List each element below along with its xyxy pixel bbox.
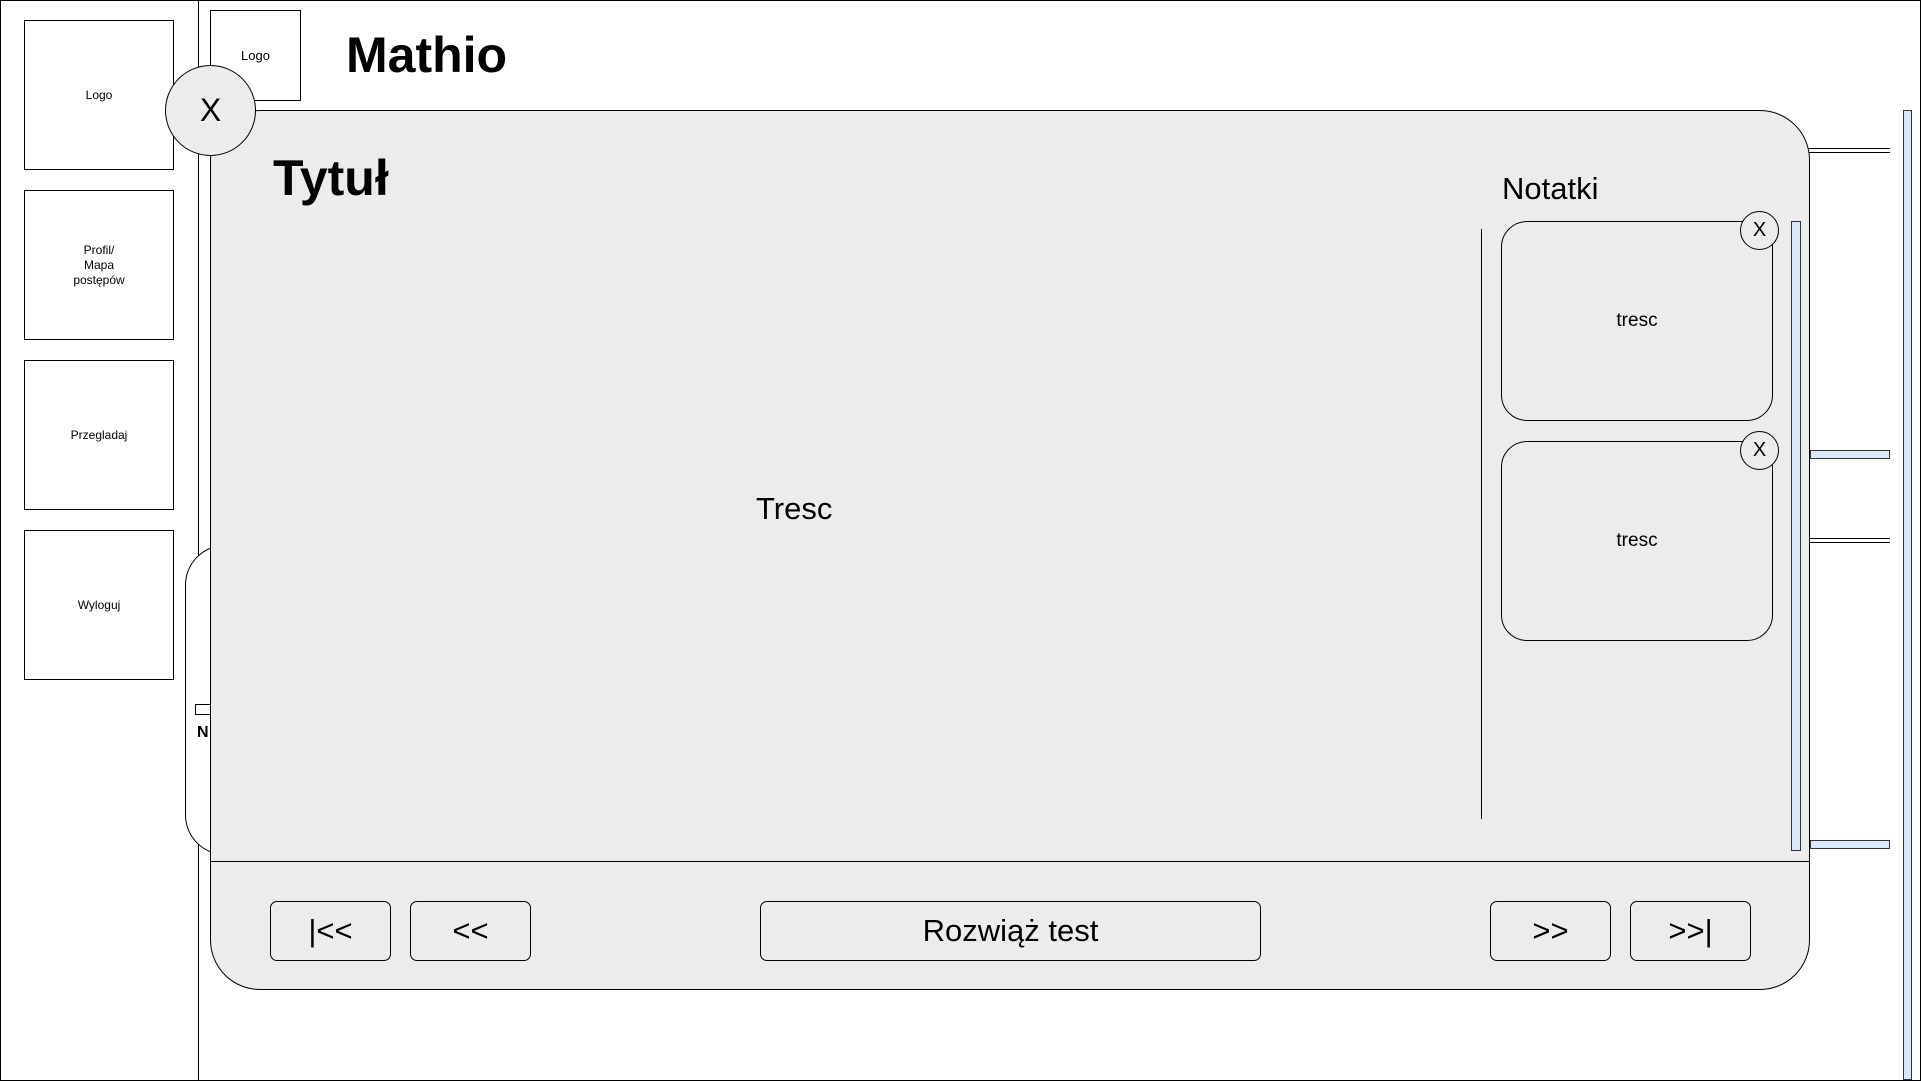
sidebar-divider <box>198 0 199 1081</box>
first-page-button[interactable]: |<< <box>270 901 391 961</box>
lesson-title: Tytuł <box>273 150 389 206</box>
note-text: tresc <box>1616 310 1658 331</box>
background-label: N <box>197 724 209 741</box>
background-bar <box>1810 450 1890 459</box>
solve-test-button[interactable]: Rozwiąż test <box>760 901 1261 961</box>
note-card[interactable]: tresc <box>1501 441 1773 641</box>
page-scrollbar[interactable] <box>1903 110 1912 1080</box>
sidebar-item-browse[interactable]: Przegladaj <box>24 360 174 510</box>
notes-title: Notatki <box>1502 171 1599 206</box>
previous-page-button[interactable]: << <box>410 901 531 961</box>
notes-scrollbar[interactable] <box>1791 221 1801 851</box>
sidebar-item-logout[interactable]: Wyloguj <box>24 530 174 680</box>
sidebar-logo[interactable]: Logo <box>24 20 174 170</box>
next-page-button[interactable]: >> <box>1490 901 1611 961</box>
lesson-content: Tresc <box>756 491 833 526</box>
note-close-button[interactable]: X <box>1740 211 1779 250</box>
footer-divider <box>211 861 1809 862</box>
last-page-button[interactable]: >>| <box>1630 901 1751 961</box>
notes-divider <box>1481 229 1482 819</box>
note-text: tresc <box>1616 530 1658 551</box>
sidebar-item-profile[interactable]: Profil/ Mapa postępów <box>24 190 174 340</box>
lesson-modal: Tytuł Tresc Notatki tresc X tresc X |<< … <box>210 110 1810 990</box>
app-title: Mathio <box>346 27 508 83</box>
background-checkbox <box>195 704 211 715</box>
note-close-button[interactable]: X <box>1740 431 1779 470</box>
close-modal-button[interactable]: X <box>165 65 256 156</box>
note-card[interactable]: tresc <box>1501 221 1773 421</box>
background-bar <box>1810 840 1890 849</box>
